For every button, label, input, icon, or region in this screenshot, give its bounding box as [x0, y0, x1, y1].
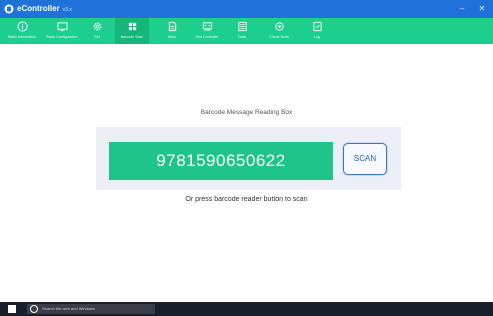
tool-label: Check Tools [269, 35, 289, 39]
app-version: v3.x [62, 7, 72, 13]
log-icon [312, 21, 322, 32]
scan-button[interactable]: SCAN [343, 143, 387, 175]
tool-label: Barcode Scan [120, 35, 144, 39]
main-toolbar: Basic Information Basic Configuration Se… [0, 18, 493, 44]
tool-label: Test Controller [195, 35, 219, 39]
tool-barcode-scan[interactable]: Barcode Scan [115, 18, 149, 44]
controller-icon [202, 22, 212, 31]
barcode-grid-icon [128, 22, 136, 31]
taskbar-search-placeholder: Search the web and Windows [42, 306, 95, 311]
gear-icon [93, 22, 101, 31]
close-button[interactable]: ✕ [476, 3, 488, 15]
document-icon [168, 21, 176, 32]
tool-label: Basic Information [8, 35, 36, 39]
minimize-button[interactable]: – [456, 3, 468, 15]
tool-data[interactable]: Data [225, 18, 259, 44]
tool-basic-information[interactable]: Basic Information [5, 18, 39, 44]
windows-start-icon[interactable] [8, 305, 16, 313]
taskbar: Search the web and Windows [0, 302, 493, 316]
search-icon [30, 305, 38, 313]
tool-label: Data [238, 35, 246, 39]
scan-hint-text: Or press barcode reader button to scan [185, 196, 308, 203]
tool-check-tools[interactable]: Check Tools [262, 18, 296, 44]
tool-label: Basic Configuration [46, 35, 78, 39]
info-icon [16, 21, 28, 32]
tool-basic-configuration[interactable]: Basic Configuration [45, 18, 79, 44]
tool-test-controller[interactable]: Test Controller [190, 18, 224, 44]
tool-work[interactable]: Work [155, 18, 189, 44]
barcode-box-title: Barcode Message Reading Box [200, 109, 293, 116]
tool-label: Set [94, 35, 100, 39]
tool-log[interactable]: Log [300, 18, 334, 44]
app-logo-icon [4, 4, 14, 14]
title-bar: eController v3.x – ✕ [0, 0, 493, 18]
data-icon [237, 21, 247, 32]
taskbar-search-box[interactable]: Search the web and Windows [27, 304, 155, 314]
barcode-value-field[interactable]: 9781590650622 [109, 142, 333, 180]
tool-label: Work [167, 35, 177, 39]
tools-icon [274, 22, 284, 31]
app-title: eController v3.x [17, 4, 72, 13]
tool-label: Log [314, 35, 320, 39]
monitor-icon [56, 22, 68, 32]
tool-set[interactable]: Set [80, 18, 114, 44]
